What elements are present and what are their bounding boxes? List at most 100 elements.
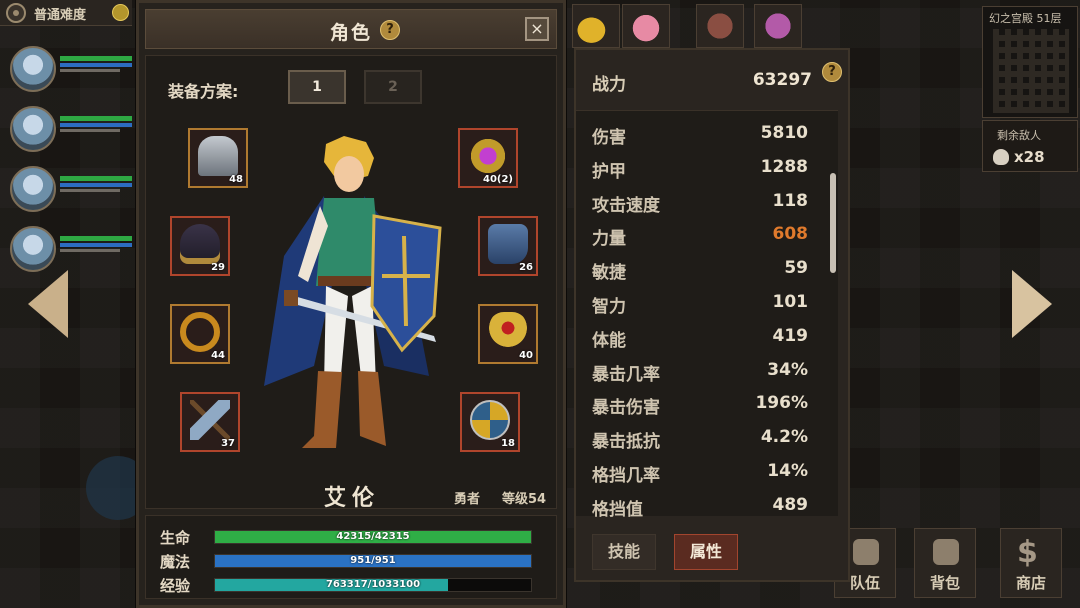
mp-bar: 951/951 bbox=[214, 554, 532, 568]
stat-row: 格挡几率 14% bbox=[592, 459, 808, 487]
stat-row: 暴击抵抗 4.2% bbox=[592, 425, 808, 453]
xp-label: 经验 bbox=[160, 577, 191, 595]
stat-name: 暴击几率 bbox=[592, 364, 660, 385]
stat-row: 智力 101 bbox=[592, 290, 808, 318]
loadout-1-button[interactable]: 1 bbox=[288, 70, 346, 104]
xp-text: 763317/1033100 bbox=[325, 579, 421, 590]
tab-skills[interactable]: 技能 bbox=[592, 534, 656, 570]
equipment-slot-helmet[interactable]: 48 bbox=[188, 128, 248, 188]
avatar bbox=[10, 166, 56, 212]
settings-gear-icon[interactable] bbox=[6, 3, 26, 23]
equipment-slot-boots[interactable]: 26 bbox=[478, 216, 538, 276]
helmet-icon bbox=[198, 136, 238, 176]
boots-icon bbox=[488, 224, 528, 264]
hero-class: 勇者 bbox=[454, 492, 481, 507]
stat-row: 体能 419 bbox=[592, 324, 808, 352]
slot-level: 40(2) bbox=[482, 174, 513, 185]
stat-value: 5810 bbox=[760, 123, 808, 143]
stat-row: 格挡值 489 bbox=[592, 493, 808, 521]
bag-button[interactable]: 背包 bbox=[914, 528, 976, 598]
stat-name: 暴击抵抗 bbox=[592, 432, 660, 453]
axe-icon bbox=[190, 400, 230, 440]
tab-attributes[interactable]: 属性 bbox=[674, 534, 738, 570]
member-mp-bar bbox=[60, 183, 132, 187]
orb-icon bbox=[468, 136, 508, 176]
slot-level: 40 bbox=[519, 350, 533, 361]
stat-row: 暴击伤害 196% bbox=[592, 391, 808, 419]
loadout-label: 装备方案: bbox=[168, 82, 239, 101]
party-member[interactable] bbox=[4, 42, 132, 102]
slot-level: 26 bbox=[519, 262, 533, 273]
slot-level: 29 bbox=[211, 262, 225, 273]
hp-text: 42315/42315 bbox=[336, 531, 410, 542]
hero-portrait bbox=[264, 136, 442, 448]
mp-bar-row: 魔法 951/951 bbox=[160, 550, 544, 571]
stat-row: 暴击几率 34% bbox=[592, 358, 808, 386]
minimap[interactable]: 幻之宫殿 51层 bbox=[982, 6, 1078, 118]
member-xp-bar bbox=[60, 249, 120, 252]
ring-icon bbox=[180, 312, 220, 352]
stat-name: 体能 bbox=[592, 330, 626, 351]
feather-icon[interactable] bbox=[572, 4, 620, 48]
stat-row: 力量 608 bbox=[592, 222, 808, 250]
shop-button[interactable]: $ 商店 bbox=[1000, 528, 1062, 598]
team-icon bbox=[853, 539, 879, 565]
member-mp-bar bbox=[60, 243, 132, 247]
enemies-remaining: 剩余敌人 x28 bbox=[982, 120, 1078, 172]
party-list bbox=[4, 42, 132, 282]
shop-icon: $ bbox=[1017, 535, 1038, 570]
stat-value: 419 bbox=[772, 325, 809, 346]
party-member[interactable] bbox=[4, 102, 132, 162]
member-mp-bar bbox=[60, 123, 132, 127]
equipment-slot-ring2[interactable]: 40 bbox=[478, 304, 538, 364]
slot-level: 44 bbox=[211, 350, 225, 361]
mp-label: 魔法 bbox=[160, 553, 191, 571]
stats-panel: 战力 63297 ? 伤害 5810 护甲 1288 攻击速度 118 力量 608 敏捷 59 智… bbox=[574, 48, 850, 582]
character-body: 装备方案: 1 2 48 40(2) 29 26 44 40 37 18 艾伦 … bbox=[145, 55, 557, 511]
coin-icon[interactable] bbox=[112, 4, 129, 21]
party-member[interactable] bbox=[4, 162, 132, 222]
party-member[interactable] bbox=[4, 222, 132, 282]
member-mp-bar bbox=[60, 63, 132, 67]
equipment-slot-weapon[interactable]: 37 bbox=[180, 392, 240, 452]
equipment-slot-shield[interactable]: 18 bbox=[460, 392, 520, 452]
stat-name: 格挡值 bbox=[592, 499, 643, 520]
close-button[interactable]: × bbox=[525, 17, 549, 41]
stat-row: 伤害 5810 bbox=[592, 121, 808, 149]
stat-value: 196% bbox=[755, 393, 808, 414]
hero-name: 艾伦 bbox=[323, 486, 380, 511]
stats-list[interactable]: 伤害 5810 护甲 1288 攻击速度 118 力量 608 敏捷 59 智力 101 体能 419 暴击… bbox=[576, 110, 838, 520]
stat-name: 攻击速度 bbox=[592, 195, 660, 216]
power-value: 63297 bbox=[752, 70, 812, 90]
stat-name: 暴击伤害 bbox=[592, 398, 660, 419]
round-shield-icon bbox=[470, 400, 510, 440]
stat-value: 4.2% bbox=[760, 427, 808, 448]
previous-hero-arrow-icon[interactable] bbox=[28, 270, 68, 338]
equipment-slot-amulet[interactable]: 40(2) bbox=[458, 128, 518, 188]
hp-bar-row: 生命 42315/42315 bbox=[160, 526, 544, 547]
difficulty-bar: 普通难度 bbox=[0, 0, 132, 26]
armor-icon[interactable] bbox=[696, 4, 744, 48]
stat-name: 格挡几率 bbox=[592, 466, 660, 486]
stat-value: 14% bbox=[767, 461, 808, 481]
member-xp-bar bbox=[60, 69, 120, 72]
avatar bbox=[10, 46, 56, 92]
ornament-icon[interactable] bbox=[754, 4, 802, 48]
equipment-slot-shoulders[interactable]: 29 bbox=[170, 216, 230, 276]
map-grid bbox=[993, 29, 1069, 113]
xp-bar-row: 经验 763317/1033100 bbox=[160, 574, 544, 595]
member-xp-bar bbox=[60, 129, 120, 132]
stat-value: 101 bbox=[772, 292, 809, 312]
enemies-count: x28 bbox=[1014, 148, 1045, 166]
hp-label: 生命 bbox=[160, 529, 191, 547]
stats-help-icon[interactable]: ? bbox=[822, 62, 842, 82]
character-panel-header: 角色 ? bbox=[145, 9, 557, 49]
stats-scrollbar[interactable] bbox=[830, 173, 836, 273]
next-hero-arrow-icon[interactable] bbox=[1012, 270, 1052, 338]
loadout-2-button[interactable]: 2 bbox=[364, 70, 422, 104]
pig-icon[interactable] bbox=[622, 4, 670, 48]
help-icon[interactable]: ? bbox=[380, 20, 400, 40]
resource-bars: 生命 42315/42315 魔法 951/951 经验 763317/1033… bbox=[145, 515, 557, 599]
stat-name: 智力 bbox=[592, 297, 626, 317]
equipment-slot-ring1[interactable]: 44 bbox=[170, 304, 230, 364]
